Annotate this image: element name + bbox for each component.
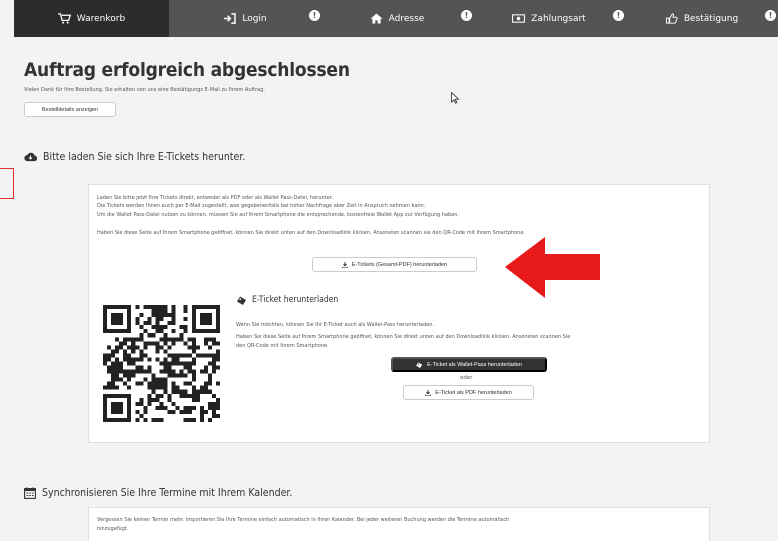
- step-badge: !: [309, 10, 320, 21]
- section-title: Synchronisieren Sie Ihre Termine mit Ihr…: [42, 487, 293, 499]
- calendar-section-heading: Synchronisieren Sie Ihre Termine mit Ihr…: [24, 487, 292, 499]
- calendar-info-line: Vergessen Sie keinen Termin mehr. Import…: [97, 517, 510, 523]
- download-icon: [341, 261, 348, 268]
- ticket-info-line: Haben Sie diese Seite auf Ihrem Smartpho…: [236, 334, 571, 340]
- ticket-title: E-Ticket herunterladen: [252, 295, 339, 305]
- ticket-icon: [237, 296, 246, 305]
- login-icon: [224, 13, 237, 24]
- calendar-icon: [24, 487, 36, 499]
- money-icon: [512, 14, 526, 23]
- step-bestaetigung[interactable]: Bestätigung !: [625, 0, 778, 37]
- section-title: Bitte laden Sie sich Ihre E-Tickets heru…: [43, 151, 246, 163]
- step-badge: !: [613, 10, 624, 21]
- download-all-pdf-button[interactable]: E-Tickets (Gesamt-PDF) herunterladen: [312, 257, 477, 272]
- ticket-download-heading: E-Ticket herunterladen: [237, 295, 338, 305]
- step-login[interactable]: Login !: [169, 0, 321, 37]
- step-label: Adresse: [388, 13, 425, 24]
- download-info-line: Haben Sie diese Seite auf Ihrem Smartpho…: [97, 230, 526, 236]
- step-label: Login: [242, 13, 267, 24]
- step-label: Zahlungsart: [531, 13, 586, 24]
- download-info-line: Um die Wallet Pass-Datei nutzen zu könne…: [97, 212, 460, 218]
- red-arrow-icon: [505, 237, 600, 298]
- cloud-download-icon: [24, 152, 37, 162]
- ticket-info-line: Wenn Sie möchten, können Sie Ihr E-Ticke…: [236, 322, 435, 328]
- ticket-pdf-download-button[interactable]: E-Ticket als PDF herunterladen: [403, 385, 534, 400]
- download-info-line: Die Tickets werden Ihnen auch per E-Mail…: [97, 203, 426, 209]
- page-title: Auftrag erfolgreich abgeschlossen: [24, 59, 350, 81]
- cart-icon: [57, 13, 71, 24]
- order-confirmation-text: Vielen Dank für Ihre Bestellung. Sie erh…: [24, 87, 265, 93]
- step-warenkorb[interactable]: Warenkorb: [14, 0, 169, 37]
- or-separator: oder: [460, 375, 473, 381]
- step-adresse[interactable]: Adresse !: [321, 0, 473, 37]
- thumbs-up-icon: [665, 13, 678, 24]
- step-label: Bestätigung: [683, 13, 739, 24]
- button-label: E-Ticket als PDF herunterladen: [435, 389, 512, 396]
- step-label: Warenkorb: [76, 13, 126, 24]
- step-badge: !: [461, 10, 472, 21]
- calendar-info-line: hinzugefügt.: [97, 526, 129, 532]
- download-section-heading: Bitte laden Sie sich Ihre E-Tickets heru…: [24, 151, 245, 163]
- home-icon: [370, 13, 383, 24]
- qr-code: [103, 305, 220, 422]
- step-badge: !: [765, 10, 776, 21]
- step-zahlungsart[interactable]: Zahlungsart !: [473, 0, 625, 37]
- ticket-icon: [416, 361, 423, 368]
- ticket-info-line: den QR-Code mit Ihrem Smartphone.: [236, 343, 329, 349]
- button-label: E-Tickets (Gesamt-PDF) herunterladen: [351, 261, 448, 268]
- calendar-panel: [88, 507, 710, 541]
- mouse-cursor-icon: [451, 92, 460, 104]
- button-label: E-Ticket als Wallet-Pass herunterladen: [427, 361, 522, 368]
- highlight-marker: [0, 168, 14, 199]
- download-icon: [425, 389, 432, 396]
- checkout-steps-nav: Warenkorb Login ! Adresse ! Zahlungsart …: [14, 0, 778, 37]
- order-details-button[interactable]: Bestelldetails anzeigen: [24, 102, 116, 117]
- wallet-pass-download-button[interactable]: E-Ticket als Wallet-Pass herunterladen: [391, 357, 547, 372]
- download-info-line: Laden Sie bitte jetzt Ihre Tickets direk…: [97, 195, 333, 201]
